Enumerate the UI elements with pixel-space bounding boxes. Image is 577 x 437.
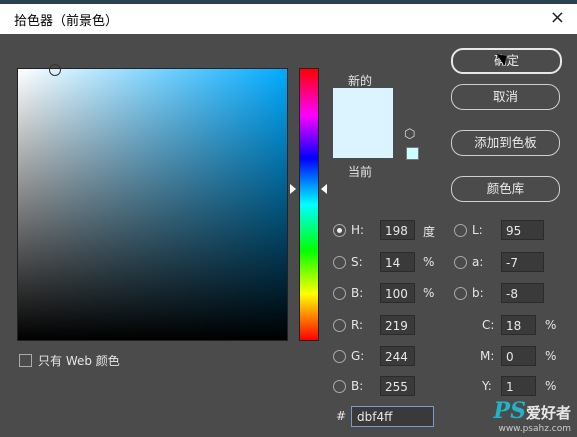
g-label: G: [351, 349, 365, 363]
color-picker-dialog: 拾色器（前景色） × 新的 当前 ⬡ 确定 取消 添加到色板 颜色库 H: 19… [0, 4, 577, 437]
m-unit: % [545, 349, 557, 363]
s-radio[interactable] [333, 256, 346, 269]
a-radio[interactable] [454, 256, 467, 269]
y-input[interactable]: 1 [501, 376, 536, 396]
current-color-swatch[interactable] [333, 122, 393, 158]
r-input[interactable]: 219 [380, 315, 415, 335]
a-input[interactable]: -7 [501, 252, 544, 272]
new-color-label: 新的 [348, 74, 373, 88]
hue-slider-right-arrow-icon[interactable] [321, 184, 327, 194]
m-input[interactable]: 0 [501, 346, 536, 366]
l-radio[interactable] [454, 224, 467, 237]
l-input[interactable]: 95 [501, 220, 544, 240]
g-input[interactable]: 244 [380, 346, 415, 366]
dialog-title: 拾色器（前景色） [14, 14, 119, 29]
l-label: L: [472, 223, 483, 237]
lab-b-input[interactable]: -8 [501, 283, 544, 303]
web-only-label[interactable]: 只有 Web 颜色 [38, 352, 120, 369]
m-label: M: [480, 349, 495, 363]
b-unit: % [423, 286, 435, 300]
s-input[interactable]: 14 [380, 252, 415, 272]
watermark: PS爱好者 www.psahz.com [494, 398, 571, 434]
b-input[interactable]: 100 [380, 283, 415, 303]
b-radio[interactable] [333, 287, 346, 300]
rgb-b-radio[interactable] [333, 380, 346, 393]
h-unit: 度 [423, 225, 436, 239]
rgb-b-label: B: [351, 379, 364, 393]
s-label: S: [351, 255, 363, 269]
close-icon[interactable]: × [550, 7, 565, 29]
a-label: a: [472, 255, 484, 269]
c-label: C: [482, 318, 495, 332]
rgb-b-input[interactable]: 255 [380, 376, 415, 396]
color-field[interactable] [17, 68, 288, 341]
h-radio[interactable] [333, 224, 346, 237]
lab-b-label: b: [472, 286, 484, 300]
cancel-button[interactable]: 取消 [451, 84, 560, 110]
color-picker-circle[interactable] [49, 64, 61, 76]
watermark-brand: PS [493, 398, 526, 424]
hex-input[interactable]: dbf4ff [351, 406, 434, 427]
r-radio[interactable] [333, 319, 346, 332]
s-unit: % [423, 255, 435, 269]
h-input[interactable]: 198 [380, 220, 415, 240]
r-label: R: [351, 318, 364, 332]
watermark-text: 爱好者 [525, 404, 571, 422]
lab-b-radio[interactable] [454, 287, 467, 300]
y-label: Y: [482, 379, 492, 393]
websafe-cube-icon[interactable]: ⬡ [404, 127, 415, 142]
add-to-swatches-button[interactable]: 添加到色板 [451, 130, 560, 156]
hue-slider[interactable] [299, 68, 319, 341]
watermark-url: www.psahz.com [498, 424, 571, 434]
current-color-label: 当前 [348, 165, 373, 179]
c-unit: % [545, 318, 557, 332]
color-libraries-button[interactable]: 颜色库 [451, 176, 560, 202]
g-radio[interactable] [333, 350, 346, 363]
c-input[interactable]: 18 [501, 315, 536, 335]
title-bar: 拾色器（前景色） × [0, 4, 577, 34]
h-label: H: [351, 223, 365, 237]
y-unit: % [545, 379, 557, 393]
web-only-checkbox[interactable] [19, 354, 32, 367]
hue-slider-left-arrow-icon[interactable] [290, 184, 296, 194]
b-label: B: [351, 286, 364, 300]
hex-prefix: # [336, 409, 347, 423]
websafe-color-swatch[interactable] [406, 147, 419, 160]
new-color-swatch [333, 88, 393, 122]
